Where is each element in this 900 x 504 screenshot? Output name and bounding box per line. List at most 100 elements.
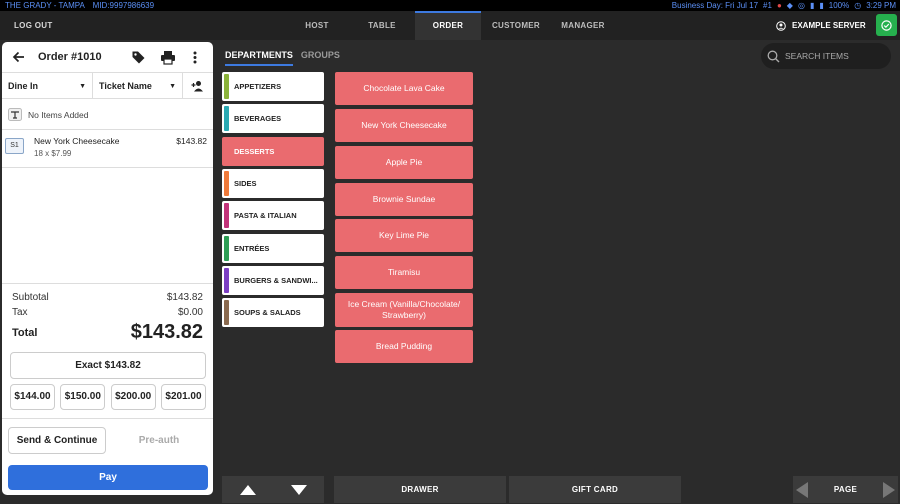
tab-departments[interactable]: DEPARTMENTS [225, 50, 293, 66]
add-person-icon [191, 81, 203, 92]
page-next-icon[interactable] [882, 481, 896, 499]
department-sides[interactable]: SIDES [222, 169, 324, 198]
department-desserts[interactable]: DESSERTS [222, 137, 324, 166]
pay-button[interactable]: Pay [8, 465, 208, 490]
tab-groups[interactable]: GROUPS [301, 50, 340, 66]
order-panel: Order #1010 Dine In ▼ Ticket Name ▼ No I… [2, 42, 213, 495]
scroll-up-icon[interactable] [239, 484, 257, 496]
page-prev-icon[interactable] [795, 481, 809, 499]
department-burgers-sandwiches[interactable]: BURGERS & SANDWI... [222, 266, 324, 295]
more-options-icon[interactable] [192, 50, 198, 65]
logout-button[interactable]: LOG OUT [14, 11, 53, 40]
line-item-name: New York Cheesecake [34, 136, 120, 146]
tab-host[interactable]: HOST [287, 11, 347, 40]
location-name: THE GRADY - TAMPA [5, 1, 85, 10]
department-color-bar [224, 236, 229, 261]
server-name: EXAMPLE SERVER [792, 21, 866, 30]
department-color-bar [224, 139, 229, 164]
back-arrow-icon[interactable] [12, 50, 26, 64]
menu-item-button[interactable]: Apple Pie [335, 146, 473, 179]
scroll-buttons [222, 476, 324, 503]
scroll-down-icon[interactable] [290, 484, 308, 496]
quick-cash-buttons: $144.00 $150.00 $200.00 $201.00 [10, 384, 206, 410]
department-color-bar [224, 268, 229, 293]
department-label: ENTRÉES [234, 244, 270, 253]
preauth-button[interactable]: Pre-auth [110, 427, 208, 454]
divider [2, 418, 213, 419]
clock-icon: ◷ [854, 1, 862, 10]
tax-label: Tax [12, 307, 28, 318]
device-icon: ▮ [809, 1, 815, 10]
order-title: Order #1010 [38, 51, 102, 63]
send-continue-button[interactable]: Send & Continue [8, 427, 106, 454]
status-right: Business Day: Fri Jul 17 #1 ● ◆ ◎ ▮ ▮ 10… [672, 0, 896, 11]
department-pasta-italian[interactable]: PASTA & ITALIAN [222, 201, 324, 230]
seat-row: No Items Added [2, 100, 213, 130]
sync-icon: ◎ [797, 1, 805, 10]
quick-cash-button[interactable]: $144.00 [10, 384, 55, 410]
gift-card-button[interactable]: GIFT CARD [509, 476, 681, 503]
status-left: THE GRADY - TAMPA MID:9997986639 [5, 0, 154, 11]
drawer-button[interactable]: DRAWER [334, 476, 506, 503]
department-label: SIDES [234, 179, 257, 188]
department-label: APPETIZERS [234, 82, 282, 91]
quick-cash-button[interactable]: $201.00 [160, 384, 206, 410]
terminal-number: #1 [763, 1, 772, 10]
menu-item-button[interactable]: Bread Pudding [335, 330, 473, 363]
department-entrees[interactable]: ENTRÉES [222, 234, 324, 263]
department-label: BEVERAGES [234, 114, 282, 123]
subtotal-value: $143.82 [166, 292, 203, 303]
department-label: SOUPS & SALADS [234, 308, 301, 317]
battery-icon: ▮ [819, 1, 824, 10]
department-beverages[interactable]: BEVERAGES [222, 104, 324, 133]
tab-order[interactable]: ORDER [415, 11, 481, 40]
checkin-button[interactable] [876, 14, 897, 36]
business-day: Business Day: Fri Jul 17 [671, 1, 759, 10]
total-row: Total $143.82 [12, 321, 203, 344]
quick-cash-button[interactable]: $150.00 [60, 384, 106, 410]
department-appetizers[interactable]: APPETIZERS [222, 72, 324, 101]
totals-section [2, 283, 213, 284]
catalog-tabs: DEPARTMENTS GROUPS [225, 50, 340, 66]
menu-item-button[interactable]: Tiramisu [335, 256, 473, 289]
department-color-bar [224, 203, 229, 228]
menu-item-button[interactable]: Chocolate Lava Cake [335, 72, 473, 105]
subtotal-label: Subtotal [12, 292, 49, 303]
tab-customer[interactable]: CUSTOMER [486, 11, 546, 40]
search-icon [767, 50, 780, 62]
department-color-bar [224, 106, 229, 131]
dining-option-select[interactable]: Dine In ▼ [2, 73, 93, 99]
tab-manager[interactable]: MANAGER [553, 11, 613, 40]
ticket-name-select[interactable]: Ticket Name ▼ [93, 73, 183, 99]
check-circle-icon [881, 19, 892, 31]
total-label: Total [12, 326, 38, 339]
total-value: $143.82 [130, 321, 203, 343]
department-soups-salads[interactable]: SOUPS & SALADS [222, 298, 324, 327]
tag-icon[interactable] [131, 50, 146, 65]
search-placeholder: SEARCH ITEMS [785, 51, 849, 61]
search-items-input[interactable]: SEARCH ITEMS [761, 43, 891, 69]
page-label: PAGE [833, 485, 858, 494]
menu-item-button[interactable]: Brownie Sundae [335, 183, 473, 216]
department-color-bar [224, 74, 229, 99]
table-seat-icon[interactable] [8, 108, 22, 121]
subtotal-row: Subtotal $143.82 [12, 292, 203, 303]
seat-badge: S1 [5, 138, 24, 154]
status-time: 3:29 PM [866, 1, 896, 10]
dropdown-arrow-icon: ▼ [169, 82, 176, 90]
tab-table[interactable]: TABLE [352, 11, 412, 40]
order-line-item[interactable]: S1 New York Cheesecake 18 x $7.99 $143.8… [2, 130, 213, 168]
line-item-price: $143.82 [176, 136, 207, 146]
exact-amount-button[interactable]: Exact $143.82 [10, 352, 206, 379]
tax-value: $0.00 [177, 307, 203, 318]
menu-item-button[interactable]: Key Lime Pie [335, 219, 473, 252]
quick-cash-button[interactable]: $200.00 [110, 384, 156, 410]
menu-item-button[interactable]: Ice Cream (Vanilla/Chocolate/ Strawberry… [335, 293, 473, 327]
printer-icon[interactable] [160, 50, 176, 65]
add-guest-button[interactable] [183, 73, 213, 99]
server-menu[interactable]: EXAMPLE SERVER [776, 11, 866, 40]
dropdown-arrow-icon: ▼ [79, 82, 86, 90]
department-label: BURGERS & SANDWI... [234, 276, 318, 285]
menu-item-button[interactable]: New York Cheesecake [335, 109, 473, 142]
tax-row: Tax $0.00 [12, 307, 203, 318]
